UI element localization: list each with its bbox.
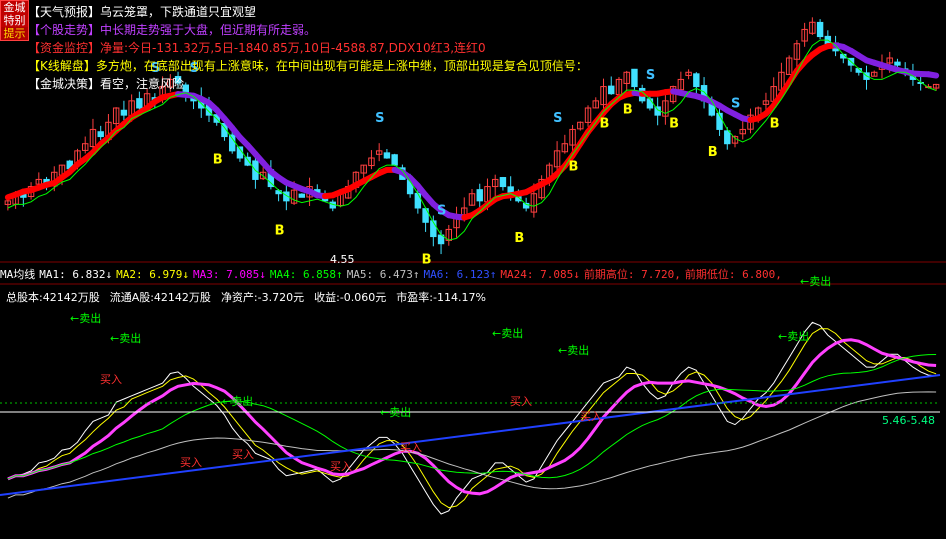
- sell-label: ←卖出: [70, 311, 101, 325]
- candle-body: [120, 109, 128, 116]
- ma-legend-item: 前期低位: 6.800,: [684, 268, 782, 281]
- info-line: 【金城决策】看空，注意风险: [28, 76, 184, 92]
- info-text: 乌云笼罩，下跌通道只宜观望: [100, 5, 257, 19]
- ma1-line: [7, 321, 937, 515]
- sell-label: ←卖出: [110, 331, 141, 345]
- buy-mark: B: [213, 152, 223, 167]
- sell-label: ←卖出: [492, 326, 523, 340]
- info-text: 净量:今日-131.32万,5日-1840.85万,10日-4588.87,DD…: [100, 41, 486, 55]
- stock-stats: 总股本:42142万股 流通A股:42142万股 净资产:-3.720元 收益:-0.…: [6, 289, 496, 305]
- candle-body: [499, 177, 507, 188]
- sell-mark: S: [646, 68, 655, 83]
- sell-mark: S: [375, 111, 384, 126]
- ma-legend: MA均线 MA1: 6.832↓ MA2: 6.979↓ MA3: 7.085↓ MA4…: [0, 266, 786, 282]
- ma-legend-item: MA5: 6.473↑: [346, 268, 420, 281]
- stat-item: 市盈率:-114.17%: [396, 291, 486, 304]
- info-text: 看空，注意风险: [100, 77, 185, 91]
- ma2-line: [7, 328, 937, 509]
- ma5-line: [7, 391, 937, 499]
- info-text: 中长期走势强于大盘，但近期有所走弱。: [100, 23, 317, 37]
- buy-label: 买入: [580, 410, 602, 423]
- low-price-label: 4.55: [330, 253, 355, 266]
- ma-legend-title: MA均线: [0, 268, 36, 281]
- candle-body: [414, 192, 422, 209]
- info-line: 【K线解盘】多方炮，在底部出现有上涨意味，在中间出现有可能是上涨中继，顶部出现是…: [28, 58, 588, 74]
- sell-mark: S: [437, 204, 446, 219]
- trend-segment: [925, 71, 940, 79]
- ma-legend-item: MA1: 6.832↓: [39, 268, 113, 281]
- info-line: 【天气预报】乌云笼罩，下跌通道只宜观望: [28, 4, 256, 20]
- badge-line-1: 金城: [3, 1, 26, 14]
- sell-label: ←卖出: [778, 329, 809, 343]
- ma-legend-item: 前期高位: 7.720,: [583, 268, 681, 281]
- ma-legend-item: MA3: 7.085↓: [192, 268, 266, 281]
- candle-body: [631, 68, 638, 88]
- buy-mark: B: [669, 117, 679, 132]
- ma-legend-item: MA2: 6.979↓: [116, 268, 189, 281]
- candle-body: [383, 152, 391, 159]
- sell-mark: S: [553, 111, 562, 126]
- candle-body: [298, 193, 306, 198]
- ma-panel-layer: ←卖出←卖出←卖出←卖出←卖出←卖出←卖出←卖出买入买入买入买入买入买入买入: [0, 274, 941, 515]
- candle-body: [476, 189, 483, 202]
- sell-label: ←卖出: [558, 343, 589, 357]
- badge-line-3: 提示: [1, 27, 28, 40]
- buy-label: 买入: [510, 395, 532, 408]
- level-label: 5.46-5.48: [882, 414, 935, 427]
- buy-mark: B: [708, 145, 718, 160]
- ma6-line: [0, 374, 941, 496]
- info-line: 【资金监控】净量:今日-131.32万,5日-1840.85万,10日-4588…: [28, 40, 486, 56]
- candle-body: [244, 156, 251, 166]
- stat-item: 净资产:-3.720元: [220, 291, 305, 304]
- buy-mark: B: [275, 224, 285, 239]
- candle-body: [724, 130, 731, 145]
- sell-label: ←卖出: [800, 274, 831, 288]
- candle-body: [136, 98, 143, 109]
- candle-body: [693, 73, 700, 88]
- sell-label: ←卖出: [222, 394, 253, 408]
- info-tag: 【个股走势】: [28, 23, 101, 37]
- sell-mark: S: [731, 97, 740, 112]
- info-text: 多方炮，在底部出现有上涨意味，在中间出现有可能是上涨中继，顶部出现是复合见顶信号…: [95, 59, 588, 73]
- stat-item: 流通A股:42142万股: [109, 291, 211, 304]
- info-tag: 【天气预报】: [28, 5, 101, 19]
- candle-body: [608, 85, 615, 95]
- special-alert-badge[interactable]: 金城 特别 提示: [0, 0, 29, 41]
- candle-body: [894, 61, 901, 66]
- info-line: 【个股走势】中长期走势强于大盘，但近期有所走弱。: [28, 22, 316, 38]
- ma-legend-item: MA24: 7.085↓: [500, 268, 580, 281]
- candle-body: [646, 98, 654, 109]
- info-tag: 【K线解盘】: [28, 59, 96, 73]
- buy-label: 买入: [180, 456, 202, 469]
- ma4-line: [7, 354, 937, 480]
- buy-mark: B: [623, 102, 633, 117]
- stat-item: 收益:-0.060元: [314, 291, 387, 304]
- candle-body: [97, 131, 104, 138]
- buy-label: 买入: [100, 373, 122, 386]
- candle-body: [228, 134, 236, 152]
- buy-mark: B: [514, 231, 524, 246]
- badge-line-2: 特别: [3, 14, 26, 27]
- ma-legend-item: MA4: 6.858↑: [269, 268, 343, 281]
- sell-label: ←卖出: [380, 405, 411, 419]
- candle-body: [816, 21, 824, 38]
- buy-label: 买入: [232, 448, 254, 461]
- buy-label: 买入: [330, 460, 352, 473]
- candle-body: [391, 154, 398, 166]
- buy-label: 买入: [400, 441, 422, 454]
- buy-mark: B: [569, 159, 579, 174]
- info-tag: 【资金监控】: [28, 41, 101, 55]
- stat-item: 总股本:42142万股: [6, 291, 100, 304]
- ma-legend-item: MA6: 6.123↑: [423, 268, 497, 281]
- buy-mark: B: [600, 117, 610, 132]
- buy-mark: B: [770, 117, 780, 132]
- info-tag: 【金城决策】: [28, 77, 101, 91]
